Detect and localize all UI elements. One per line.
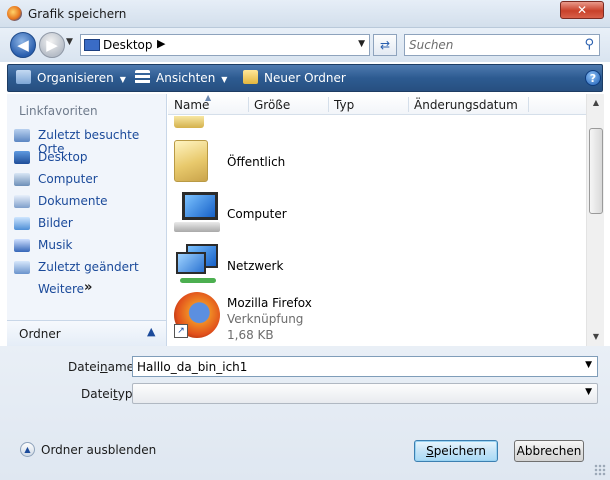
nav-item-recently-changed[interactable]: Zuletzt geändert bbox=[13, 259, 163, 277]
vertical-scrollbar[interactable]: ▲ ▼ bbox=[586, 94, 604, 346]
recent-places-icon bbox=[14, 129, 30, 142]
nav-item-label: Bilder bbox=[38, 216, 73, 230]
nav-item-recent-places[interactable]: Zuletzt besuchte Orte bbox=[13, 127, 163, 156]
nav-item-documents[interactable]: Dokumente bbox=[13, 193, 163, 211]
filetype-dropdown-icon[interactable]: ▼ bbox=[585, 387, 592, 397]
nav-item-desktop[interactable]: Desktop bbox=[13, 149, 163, 167]
organize-icon bbox=[16, 70, 31, 84]
navigation-pane: Linkfavoriten Zuletzt besuchte Orte Desk… bbox=[7, 94, 167, 346]
column-type[interactable]: Typ bbox=[334, 98, 354, 112]
folder-icon[interactable] bbox=[174, 116, 204, 128]
close-button[interactable]: ✕ bbox=[560, 1, 604, 19]
filename-dropdown-icon[interactable]: ▼ bbox=[585, 360, 592, 370]
address-box[interactable]: Desktop ▶ ▼ bbox=[80, 34, 370, 56]
views-icon bbox=[135, 70, 150, 84]
title-bar: Grafik speichern ✕ bbox=[0, 0, 610, 28]
documents-icon bbox=[14, 195, 30, 208]
organize-label: Organisieren bbox=[37, 71, 114, 85]
chevron-down-icon: ▼ bbox=[221, 75, 228, 84]
file-name[interactable]: Mozilla Firefox bbox=[227, 296, 312, 310]
filetype-select[interactable]: ▼ bbox=[132, 383, 598, 404]
recently-changed-icon bbox=[14, 261, 30, 274]
new-folder-label: Neuer Ordner bbox=[264, 71, 346, 85]
column-date[interactable]: Änderungsdatum bbox=[414, 98, 518, 112]
resize-grip[interactable] bbox=[594, 464, 606, 476]
file-name[interactable]: Öffentlich bbox=[227, 155, 285, 169]
computer-icon[interactable] bbox=[174, 192, 220, 234]
nav-item-pictures[interactable]: Bilder bbox=[13, 215, 163, 233]
sort-ascending-icon: ▲ bbox=[205, 93, 212, 102]
favorites-heading: Linkfavoriten bbox=[19, 104, 98, 118]
firefox-app-icon bbox=[7, 6, 22, 21]
refresh-button[interactable]: ⇄ bbox=[373, 34, 397, 56]
column-size[interactable]: Größe bbox=[254, 98, 290, 112]
window-title: Grafik speichern bbox=[28, 7, 127, 21]
column-divider[interactable] bbox=[328, 97, 329, 112]
new-folder-icon bbox=[243, 70, 258, 84]
views-menu[interactable]: Ansichten ▼ bbox=[135, 70, 227, 85]
file-name[interactable]: Netzwerk bbox=[227, 259, 283, 273]
new-folder-button[interactable]: Neuer Ordner bbox=[243, 70, 346, 85]
save-button[interactable]: Speichern bbox=[414, 440, 498, 462]
address-location[interactable]: Desktop bbox=[103, 38, 153, 52]
nav-item-label: Musik bbox=[38, 238, 73, 252]
shortcut-arrow-icon: ↗ bbox=[174, 324, 188, 338]
organize-menu[interactable]: Organisieren ▼ bbox=[16, 70, 126, 85]
nav-item-label: Zuletzt geändert bbox=[38, 260, 139, 274]
file-size: 1,68 KB bbox=[227, 328, 274, 342]
breadcrumb-chevron-icon[interactable]: ▶ bbox=[157, 37, 165, 50]
scroll-up-icon[interactable]: ▲ bbox=[587, 94, 605, 112]
scroll-down-icon[interactable]: ▼ bbox=[587, 328, 605, 346]
more-links[interactable]: Weitere bbox=[38, 282, 84, 296]
command-bar: Organisieren ▼ Ansichten ▼ Neuer Ordner ? bbox=[7, 64, 603, 92]
file-type: Verknüpfung bbox=[227, 312, 304, 326]
chevron-up-icon: ▲ bbox=[147, 325, 156, 338]
address-dropdown-icon[interactable]: ▼ bbox=[358, 39, 365, 49]
forward-button[interactable]: ▶ bbox=[39, 32, 65, 58]
cancel-button[interactable]: Abbrechen bbox=[514, 440, 584, 462]
network-icon[interactable] bbox=[174, 242, 220, 288]
nav-item-label: Dokumente bbox=[38, 194, 108, 208]
nav-item-label: Computer bbox=[38, 172, 98, 186]
filename-field[interactable]: Halllo_da_bin_ich1 ▼ bbox=[132, 356, 598, 377]
help-icon[interactable]: ? bbox=[585, 70, 601, 86]
pictures-icon bbox=[14, 217, 30, 230]
desktop-icon bbox=[14, 151, 30, 164]
save-form: Dateiname: Halllo_da_bin_ich1 ▼ Dateityp… bbox=[0, 346, 610, 480]
back-button[interactable]: ◀ bbox=[10, 32, 36, 58]
nav-item-music[interactable]: Musik bbox=[13, 237, 163, 255]
file-name[interactable]: Computer bbox=[227, 207, 287, 221]
search-icon[interactable]: ⚲ bbox=[584, 37, 594, 52]
folders-label: Ordner bbox=[19, 327, 61, 341]
hide-folders-icon[interactable]: ▲ bbox=[20, 442, 35, 457]
filename-value[interactable]: Halllo_da_bin_ich1 bbox=[137, 360, 247, 374]
nav-item-label: Desktop bbox=[38, 150, 88, 164]
views-label: Ansichten bbox=[156, 71, 216, 85]
folders-toggle[interactable]: Ordner ▲ bbox=[7, 320, 166, 346]
computer-icon bbox=[14, 173, 30, 186]
scrollbar-thumb[interactable] bbox=[589, 128, 603, 214]
search-placeholder: Suchen bbox=[409, 38, 454, 52]
hide-folders-button[interactable]: Ordner ausblenden bbox=[41, 443, 156, 457]
nav-item-computer[interactable]: Computer bbox=[13, 171, 163, 189]
column-divider[interactable] bbox=[528, 97, 529, 112]
recent-pages-chevron-icon[interactable]: ▼ bbox=[66, 37, 73, 47]
music-icon bbox=[14, 239, 30, 252]
more-chevron-icon[interactable]: » bbox=[84, 280, 92, 295]
chevron-down-icon: ▼ bbox=[119, 75, 126, 84]
column-divider[interactable] bbox=[408, 97, 409, 112]
address-bar: ◀ ▶ ▼ Desktop ▶ ▼ ⇄ Suchen ⚲ bbox=[0, 28, 610, 62]
filetype-label: Dateityp: bbox=[81, 387, 137, 401]
filename-label: Dateiname: bbox=[68, 360, 139, 374]
column-headers: Name ▲ Größe Typ Änderungsdatum bbox=[168, 93, 586, 115]
search-input[interactable]: Suchen ⚲ bbox=[404, 34, 600, 56]
file-list: Name ▲ Größe Typ Änderungsdatum Öffentli… bbox=[168, 93, 604, 346]
column-divider[interactable] bbox=[248, 97, 249, 112]
desktop-icon bbox=[84, 39, 100, 51]
folder-icon[interactable] bbox=[174, 140, 208, 182]
